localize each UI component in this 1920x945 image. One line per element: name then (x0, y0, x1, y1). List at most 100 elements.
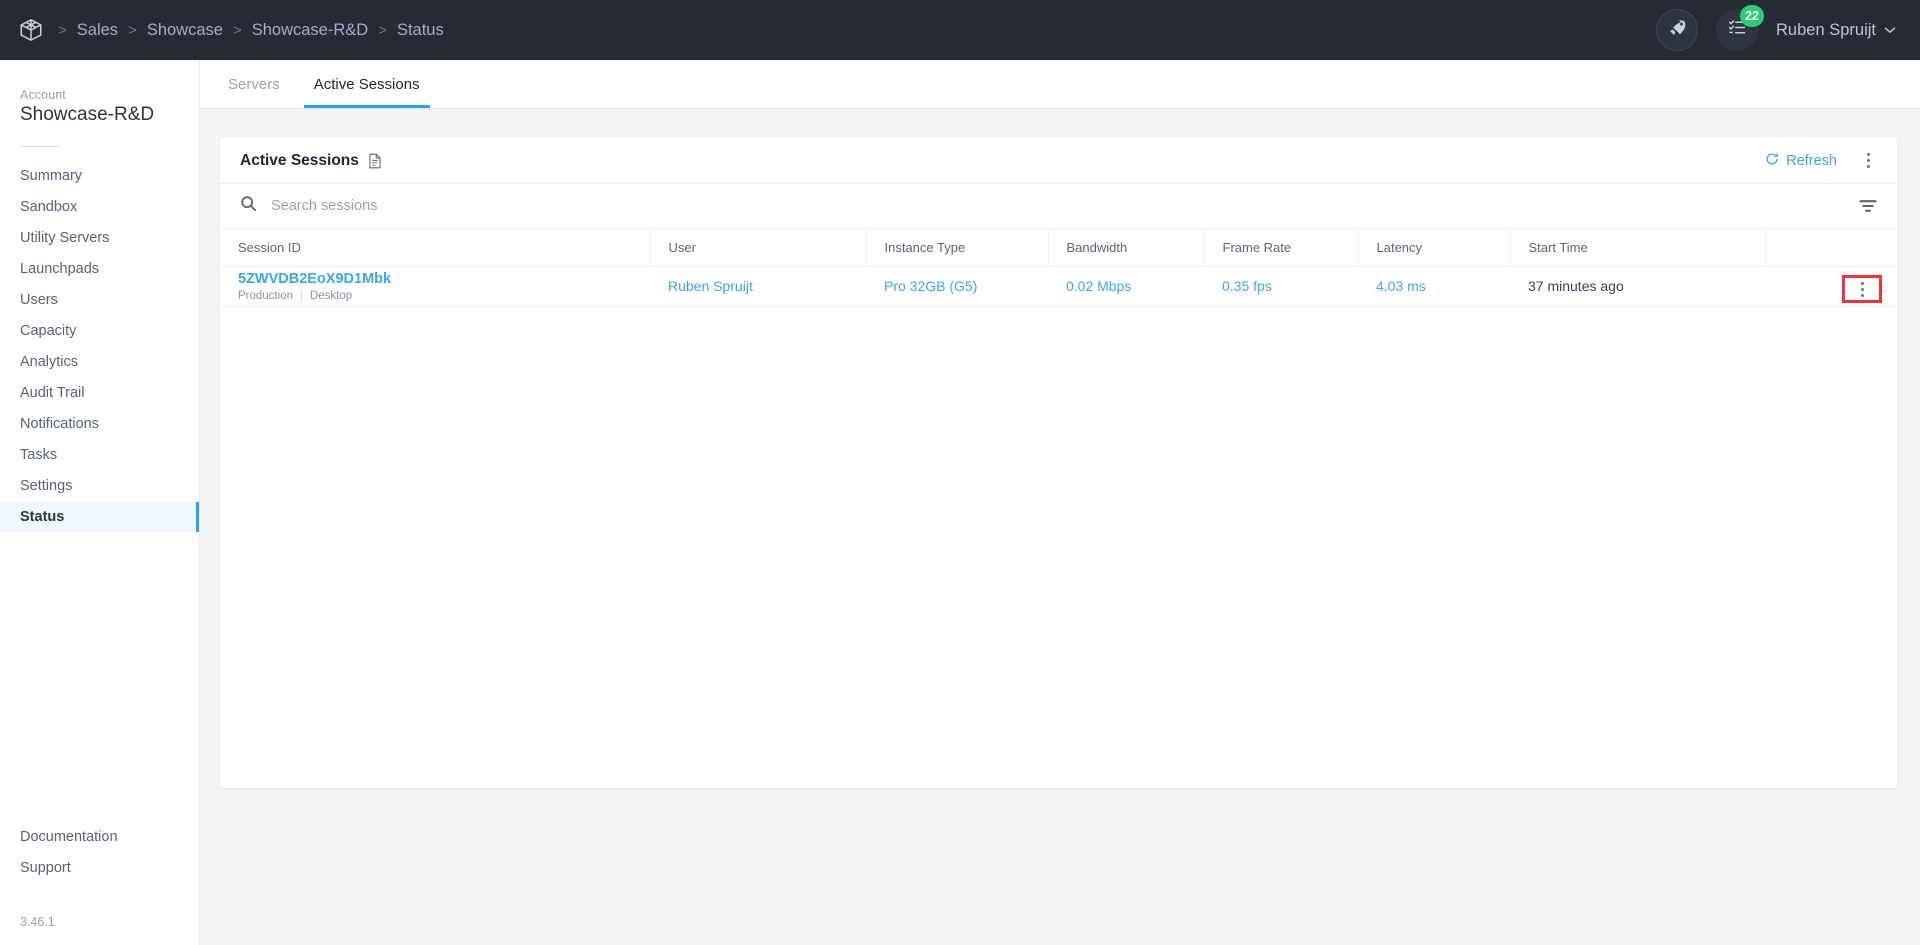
tab-label: Active Sessions (314, 76, 420, 93)
sidebar-item-support[interactable]: Support (0, 853, 199, 883)
sidebar-item-notifications[interactable]: Notifications (0, 409, 199, 439)
top-bar-actions: 22 Ruben Spruijt (1656, 9, 1896, 51)
card-header-actions: Refresh (1765, 150, 1877, 172)
breadcrumb-item-sales[interactable]: Sales (75, 21, 120, 40)
search-bar (220, 184, 1897, 229)
sidebar-item-sandbox[interactable]: Sandbox (0, 192, 199, 222)
session-id-link[interactable]: 5ZWVDB2EoX9D1Mbk (238, 271, 632, 287)
session-subtitle-divider: | (300, 290, 303, 302)
session-type: Desktop (310, 290, 352, 302)
account-label: Account (0, 60, 199, 104)
top-bar: > Sales > Showcase > Showcase-R&D > Stat… (0, 0, 1920, 60)
breadcrumb-separator-1: > (128, 22, 137, 39)
sidebar-footer: Documentation Support 3.46.1 (0, 822, 199, 945)
session-subtitle: Production | Desktop (238, 290, 632, 302)
breadcrumb-separator-3: > (378, 22, 387, 39)
account-name: Showcase-R&D (0, 104, 199, 126)
tab-bar: Servers Active Sessions (200, 60, 1920, 109)
card-header: Active Sessions Refresh (220, 138, 1897, 184)
row-kebab-dots (1853, 278, 1871, 300)
sidebar-item-label: Users (20, 292, 58, 308)
user-menu[interactable]: Ruben Spruijt (1776, 21, 1896, 40)
card-title: Active Sessions (240, 152, 359, 170)
sidebar: Account Showcase-R&D Summary Sandbox Uti… (0, 60, 200, 945)
sidebar-item-label: Utility Servers (20, 230, 109, 246)
cell-instance-type[interactable]: Pro 32GB (G5) (866, 266, 1048, 306)
active-sessions-card: Active Sessions Refresh (220, 138, 1897, 788)
column-header-frame-rate[interactable]: Frame Rate (1204, 229, 1358, 266)
column-header-latency[interactable]: Latency (1358, 229, 1510, 266)
breadcrumb: > Sales > Showcase > Showcase-R&D > Stat… (50, 21, 446, 40)
sidebar-item-label: Documentation (20, 829, 118, 845)
version-label: 3.46.1 (0, 915, 199, 929)
breadcrumb-separator-0: > (58, 22, 67, 39)
sidebar-divider (20, 146, 60, 147)
column-header-actions (1765, 229, 1897, 266)
tab-label: Servers (228, 76, 280, 93)
sidebar-item-label: Support (20, 860, 71, 876)
sidebar-item-label: Status (20, 509, 64, 525)
tab-active-sessions[interactable]: Active Sessions (304, 76, 430, 108)
sidebar-item-label: Launchpads (20, 261, 99, 277)
document-report-icon[interactable] (368, 153, 382, 169)
sidebar-item-tasks[interactable]: Tasks (0, 440, 199, 470)
sidebar-item-analytics[interactable]: Analytics (0, 347, 199, 377)
breadcrumb-item-showcase-rd[interactable]: Showcase-R&D (250, 21, 370, 40)
sidebar-item-status[interactable]: Status (0, 502, 199, 532)
table-body: 5ZWVDB2EoX9D1Mbk Production | Desktop Ru… (220, 266, 1897, 306)
sidebar-item-launchpads[interactable]: Launchpads (0, 254, 199, 284)
sidebar-item-users[interactable]: Users (0, 285, 199, 315)
refresh-label: Refresh (1786, 153, 1837, 169)
refresh-icon (1765, 152, 1779, 170)
sidebar-item-label: Summary (20, 168, 82, 184)
sidebar-item-documentation[interactable]: Documentation (0, 822, 199, 852)
breadcrumb-separator-2: > (233, 22, 242, 39)
chevron-down-icon (1884, 23, 1896, 37)
sidebar-item-label: Tasks (20, 447, 57, 463)
search-icon (240, 195, 257, 217)
search-input[interactable] (271, 198, 1859, 214)
sidebar-item-label: Audit Trail (20, 385, 84, 401)
filter-funnel-icon[interactable] (1859, 199, 1877, 213)
breadcrumb-item-showcase[interactable]: Showcase (145, 21, 225, 40)
row-kebab-menu-icon[interactable] (1845, 278, 1879, 300)
notification-count-badge: 22 (1740, 5, 1764, 27)
table-header-row: Session ID User Instance Type Bandwidth … (220, 229, 1897, 266)
tab-servers[interactable]: Servers (218, 76, 290, 108)
card-kebab-menu-icon[interactable] (1859, 150, 1877, 172)
cell-actions (1765, 266, 1897, 306)
refresh-button[interactable]: Refresh (1765, 152, 1837, 170)
cell-user[interactable]: Ruben Spruijt (650, 266, 866, 306)
cell-bandwidth[interactable]: 0.02 Mbps (1048, 266, 1204, 306)
table-header: Session ID User Instance Type Bandwidth … (220, 229, 1897, 266)
sidebar-item-utility-servers[interactable]: Utility Servers (0, 223, 199, 253)
sidebar-item-settings[interactable]: Settings (0, 471, 199, 501)
sidebar-item-capacity[interactable]: Capacity (0, 316, 199, 346)
sidebar-item-label: Analytics (20, 354, 78, 370)
sidebar-item-audit-trail[interactable]: Audit Trail (0, 378, 199, 408)
cell-session-id: 5ZWVDB2EoX9D1Mbk Production | Desktop (220, 266, 650, 306)
main-content: Servers Active Sessions Active Sessions (200, 60, 1920, 945)
column-header-instance-type[interactable]: Instance Type (866, 229, 1048, 266)
active-sessions-table: Session ID User Instance Type Bandwidth … (220, 229, 1897, 307)
sidebar-item-label: Settings (20, 478, 72, 494)
sidebar-item-label: Sandbox (20, 199, 77, 215)
sidebar-item-summary[interactable]: Summary (0, 161, 199, 191)
cube-logo-icon[interactable] (18, 17, 44, 43)
rocket-button[interactable] (1656, 9, 1698, 51)
column-header-session-id[interactable]: Session ID (220, 229, 650, 266)
column-header-bandwidth[interactable]: Bandwidth (1048, 229, 1204, 266)
sidebar-item-label: Capacity (20, 323, 76, 339)
user-menu-label: Ruben Spruijt (1776, 21, 1876, 40)
column-header-start-time[interactable]: Start Time (1510, 229, 1765, 266)
rocket-icon (1667, 18, 1687, 43)
sidebar-item-label: Notifications (20, 416, 99, 432)
tasks-button[interactable]: 22 (1716, 9, 1758, 51)
table-row[interactable]: 5ZWVDB2EoX9D1Mbk Production | Desktop Ru… (220, 266, 1897, 306)
cell-frame-rate[interactable]: 0.35 fps (1204, 266, 1358, 306)
session-environment: Production (238, 290, 293, 302)
breadcrumb-item-status[interactable]: Status (395, 21, 446, 40)
column-header-user[interactable]: User (650, 229, 866, 266)
cell-start-time: 37 minutes ago (1510, 266, 1765, 306)
cell-latency[interactable]: 4.03 ms (1358, 266, 1510, 306)
